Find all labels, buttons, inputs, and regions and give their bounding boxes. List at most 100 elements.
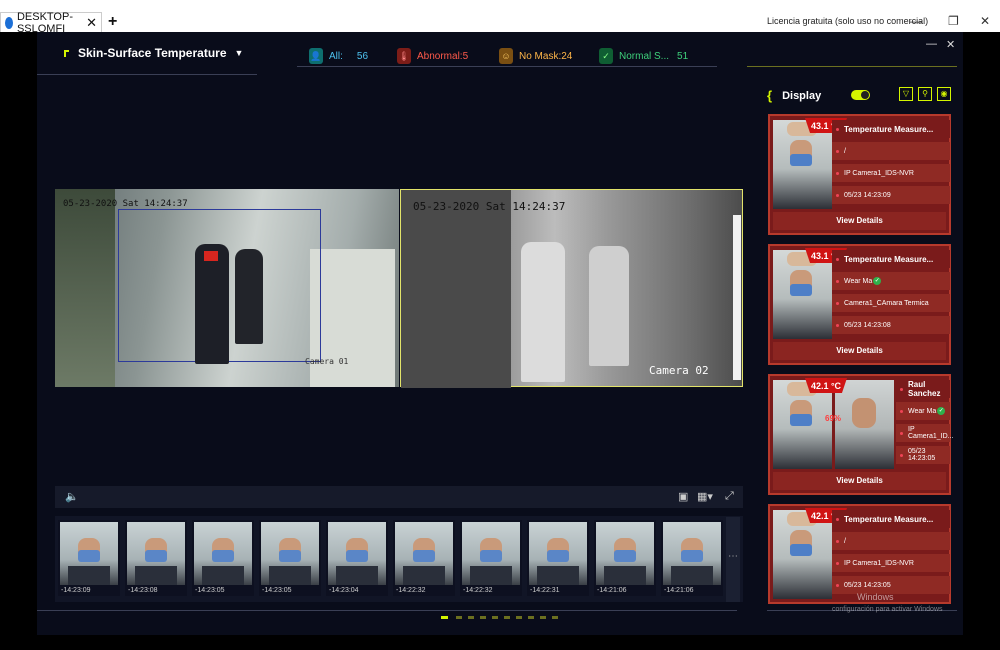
page-dot[interactable] [504,616,510,619]
layout-icon[interactable]: ▦▾ [697,490,713,503]
capture-thumbnail[interactable]: -14:23:05 [192,520,254,596]
teamviewer-icon [5,16,13,29]
display-toggle[interactable] [851,90,870,100]
shirt [68,566,110,585]
close-tab-icon[interactable]: ✕ [86,15,97,31]
mask-status-text: Wear Ma [844,277,873,285]
page-dot[interactable] [540,616,546,619]
chevron-down-icon[interactable]: ▼ [235,48,244,58]
stat-all-label: All: [329,50,343,62]
captured-photo [773,380,832,469]
capture-thumbnail[interactable]: -14:23:05 [259,520,321,596]
shirt [403,566,445,585]
capture-thumbnail[interactable]: -14:21:06 [594,520,656,596]
view-details-button[interactable]: View Details [773,472,946,490]
capture-thumbnail[interactable]: -14:23:04 [326,520,388,596]
capture-time: -14:23:04 [329,587,359,594]
header-divider [747,66,957,67]
bullet-icon [836,171,839,175]
bullet-icon [836,279,839,283]
app-minimize-icon[interactable]: — [926,38,937,50]
view-details-button[interactable]: View Details [773,212,946,230]
fullscreen-icon[interactable]: ⤢ [725,490,734,503]
face-filter-icon[interactable]: ◉ [937,87,951,101]
card-title-text: Temperature Measure... [844,124,934,134]
capture-icon[interactable]: ▣ [678,490,688,503]
capture-photo [127,522,185,585]
alarm-card[interactable]: 42.1 °C Temperature Measure... / IP Camera1… [768,504,951,604]
page-dot[interactable] [528,616,534,619]
mask [212,550,234,562]
wall [310,249,395,387]
alarm-card[interactable]: 43.1 °C Temperature Measure... Wear Ma ✓ Cam… [768,244,951,365]
person-filter-icon[interactable]: ⚲ [918,87,932,101]
stat-normal-label: Normal S... [619,50,670,62]
maximize-icon[interactable]: ❐ [948,14,959,28]
bullet-icon [836,561,839,565]
page-dot-active[interactable] [441,616,448,619]
app-window: Skin-Surface Temperature ▼ 👤 All: 56 🌡 A… [37,32,963,635]
app-close-icon[interactable]: ✕ [946,38,955,51]
capture-time: -14:21:06 [597,587,627,594]
camera-01-feed[interactable]: 05-23-2020 Sat 14:24:37 Camera 01 [55,189,399,387]
camera-name-text: IP Camera1_ID... [908,426,954,440]
corner-bracket-icon [64,49,69,57]
capture-thumbnail[interactable]: -14:23:08 [125,520,187,596]
page-dot[interactable] [468,616,474,619]
stat-normal[interactable]: ✓ Normal S... 51 [599,48,688,64]
footer-divider [37,610,737,611]
captured-photo [773,120,832,209]
capture-photo [395,522,453,585]
close-window-icon[interactable]: ✕ [980,14,990,28]
volume-icon[interactable]: 🔈 [65,490,79,503]
live-view[interactable]: 05-23-2020 Sat 14:24:37 Camera 01 05-23-… [55,189,743,388]
match-score: 69% [825,414,842,423]
mask-status: / [832,142,950,160]
activation-watermark-sub: configuración para activar Windows [832,606,943,613]
capture-thumbnail[interactable]: -14:22:31 [527,520,589,596]
session-tab[interactable]: DESKTOP-SSLOMFI ✕ [0,11,102,35]
new-tab-button[interactable]: + [108,13,117,31]
view-details-button[interactable]: View Details [773,342,946,360]
display-label: Display [782,89,822,102]
mask [790,154,812,166]
capture-photo [60,522,118,585]
mode-selector[interactable]: Skin-Surface Temperature ▼ [64,46,243,60]
alarm-card[interactable]: 43.1 °C Temperature Measure... / IP Camera1… [768,114,951,235]
capture-thumbnail[interactable]: -14:22:32 [393,520,455,596]
bullet-icon [836,257,839,261]
camera-01-label: Camera 01 [305,357,349,366]
page-dot[interactable] [480,616,486,619]
bullet-icon [900,387,903,391]
temperature-scale [733,215,741,380]
capture-photo [663,522,721,585]
capture-time: 05/23 14:23:05 [896,446,950,464]
capture-thumbnail[interactable]: -14:22:32 [460,520,522,596]
page-dot[interactable] [456,616,462,619]
camera-02-feed[interactable]: 05-23-2020 Sat 14:24:37 Camera 02 [400,189,743,388]
stat-all-value: 56 [356,50,369,62]
capture-thumbnail[interactable]: -14:23:09 [58,520,120,596]
page-dot[interactable] [552,616,558,619]
person-icon: 👤 [309,48,323,64]
capture-thumbnail[interactable]: -14:21:06 [661,520,723,596]
mask-status: / [832,532,950,550]
card-title: Temperature Measure... [832,120,950,138]
bullet-icon [836,301,839,305]
capture-time: -14:22:32 [463,587,493,594]
stat-all[interactable]: 👤 All: 56 [309,48,368,64]
alarm-card[interactable]: 69% 42.1 °C Raul Sanchez Wear Ma ✓ IP Camera1… [768,374,954,495]
stat-abnormal[interactable]: 🌡 Abnormal:5 [397,48,468,64]
minimize-icon[interactable]: — [910,14,922,28]
page-dot[interactable] [492,616,498,619]
page-dot[interactable] [516,616,522,619]
more-captures-button[interactable]: ⋯ [726,517,740,602]
filter-icon[interactable]: ▽ [899,87,913,101]
stat-nomask[interactable]: ☺ No Mask:24 [499,48,572,64]
mask [346,550,368,562]
capture-time-text: 05/23 14:23:08 [844,321,891,329]
mask-status-text: / [844,147,846,155]
mask [480,550,502,562]
mask [413,550,435,562]
bullet-icon [900,431,903,435]
